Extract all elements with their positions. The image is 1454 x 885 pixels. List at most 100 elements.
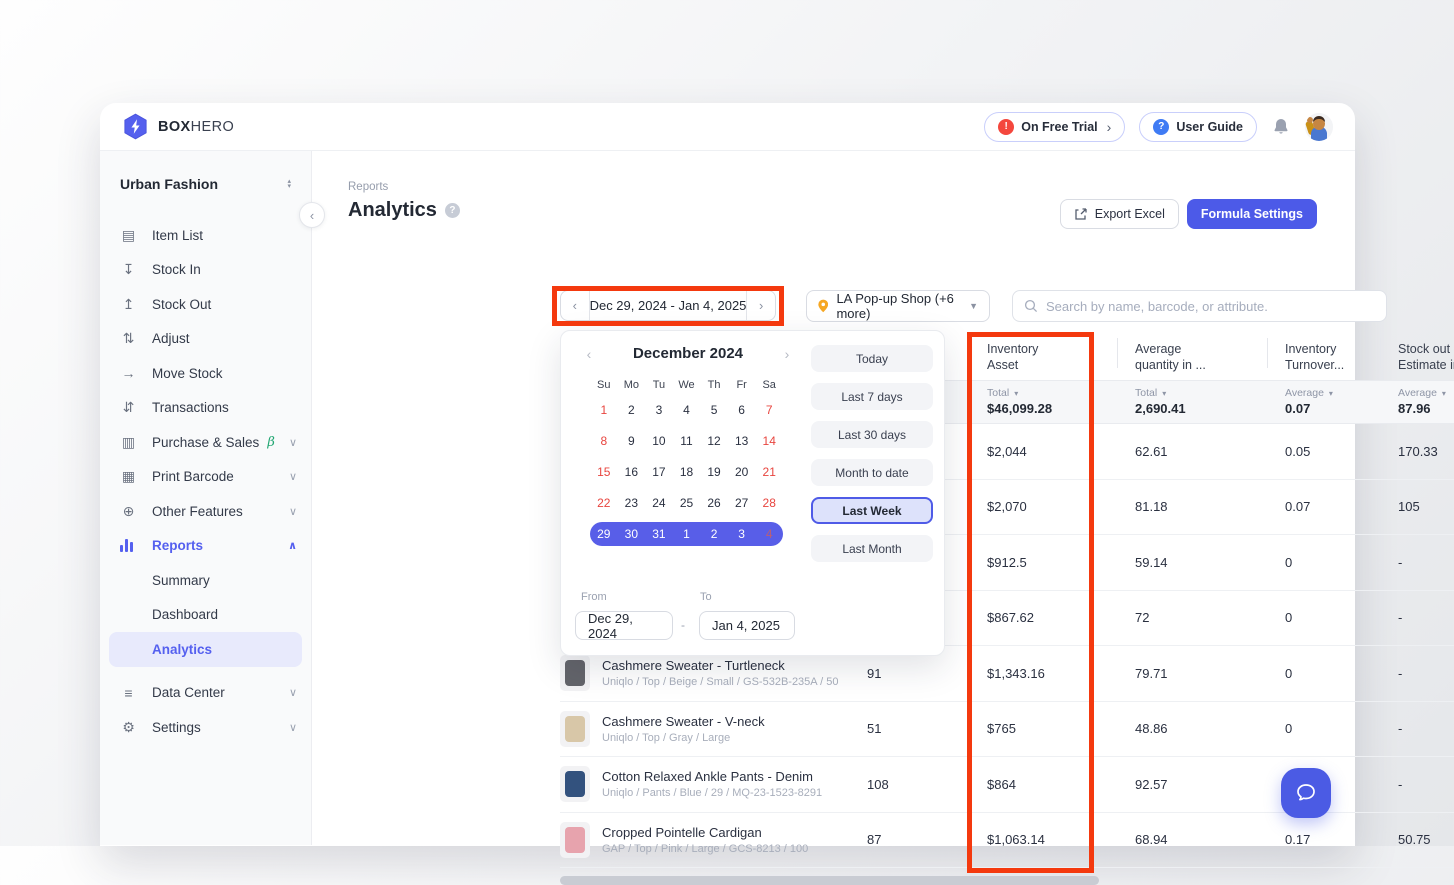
date-next-button[interactable]: › [747, 291, 775, 320]
user-avatar[interactable] [1305, 113, 1333, 141]
calendar-day[interactable]: 29 [590, 527, 618, 541]
chat-support-button[interactable] [1281, 768, 1331, 818]
sidebar-item-settings[interactable]: ⚙Settings∨ [100, 710, 311, 745]
quick-range-today[interactable]: Today [811, 345, 933, 372]
date-picker-popup: ‹ December 2024 › SuMoTuWeThFrSa 1234567… [560, 330, 945, 656]
aggregation-name: Total [1135, 387, 1157, 399]
calendar-day[interactable]: 28 [755, 496, 783, 510]
calendar-day[interactable]: 1 [673, 527, 701, 541]
main-content: Reports Analytics ? Export Excel Formula… [312, 151, 1355, 845]
gear-icon: ⚙ [120, 719, 137, 736]
calendar-day[interactable]: 27 [728, 496, 756, 510]
calendar-day[interactable]: 2 [618, 403, 646, 417]
inventory-turnover-cell: 0.17 [1267, 832, 1380, 847]
from-date-input[interactable]: Dec 29, 2024 [575, 611, 673, 640]
sidebar-item-move-stock[interactable]: →Move Stock [100, 356, 311, 391]
calendar-day[interactable]: 18 [673, 465, 701, 479]
calendar-day[interactable]: 13 [728, 434, 756, 448]
quick-range-last-month[interactable]: Last Month [811, 535, 933, 562]
sidebar-collapse-button[interactable]: ‹ [299, 202, 325, 228]
date-range-value[interactable]: Dec 29, 2024 - Jan 4, 2025 [590, 291, 747, 320]
search-input[interactable] [1046, 299, 1375, 314]
summary-aggregation-label[interactable]: Total▾ [987, 387, 1107, 399]
summary-aggregation-label[interactable]: Total▾ [1135, 387, 1257, 399]
sidebar-item-summary[interactable]: Summary [100, 563, 311, 598]
sidebar-item-transactions[interactable]: ⇵Transactions [100, 391, 311, 426]
sidebar-item-label: Move Stock [152, 366, 223, 381]
date-prev-button[interactable]: ‹ [561, 291, 589, 320]
sidebar-item-stock-out[interactable]: ↥Stock Out [100, 287, 311, 322]
calendar-prev-month-button[interactable]: ‹ [577, 346, 601, 362]
calendar-day[interactable]: 22 [590, 496, 618, 510]
calendar-day[interactable]: 19 [700, 465, 728, 479]
calendar-next-month-button[interactable]: › [775, 346, 799, 362]
sidebar-item-item-list[interactable]: ▤Item List [100, 218, 311, 253]
quick-range-last-7-days[interactable]: Last 7 days [811, 383, 933, 410]
adjust-icon: ⇅ [120, 330, 137, 347]
calendar-day[interactable]: 2 [700, 527, 728, 541]
workspace-switcher[interactable]: Urban Fashion ▴▾ [100, 175, 311, 193]
calendar-day[interactable]: 4 [673, 403, 701, 417]
to-date-input[interactable]: Jan 4, 2025 [699, 611, 795, 640]
calendar-day[interactable]: 7 [755, 403, 783, 417]
calendar-day[interactable]: 23 [618, 496, 646, 510]
quick-range-month-to-date[interactable]: Month to date [811, 459, 933, 486]
calendar-day[interactable]: 4 [755, 527, 783, 541]
calendar-day[interactable]: 17 [645, 465, 673, 479]
calendar-day[interactable]: 24 [645, 496, 673, 510]
sidebar-item-purchase-sales[interactable]: ▥Purchase & Salesβ∨ [100, 425, 311, 460]
calendar-day[interactable]: 3 [728, 527, 756, 541]
calendar-day[interactable]: 5 [700, 403, 728, 417]
sidebar-item-analytics[interactable]: Analytics [109, 632, 302, 667]
summary-value: 2,690.41 [1135, 401, 1257, 416]
calendar-day[interactable]: 10 [645, 434, 673, 448]
boxhero-logo[interactable]: BOXHERO [122, 113, 234, 140]
calendar-day[interactable]: 8 [590, 434, 618, 448]
calendar-day[interactable]: 1 [590, 403, 618, 417]
calendar-day[interactable]: 14 [755, 434, 783, 448]
horizontal-scrollbar[interactable] [560, 876, 1099, 885]
item-text: Cashmere Sweater - V-neckUniqlo / Top / … [602, 714, 765, 744]
summary-aggregation-label[interactable]: Average▾ [1398, 387, 1454, 399]
calendar-day[interactable]: 16 [618, 465, 646, 479]
column-header-inventory-turnover[interactable]: InventoryTurnover... [1267, 333, 1380, 380]
calendar-day[interactable]: 12 [700, 434, 728, 448]
calendar-day[interactable]: 21 [755, 465, 783, 479]
help-icon[interactable]: ? [445, 203, 460, 218]
calendar-day[interactable]: 20 [728, 465, 756, 479]
table-row[interactable]: Cashmere Sweater - V-neckUniqlo / Top / … [560, 702, 1454, 758]
item-text: Cotton Relaxed Ankle Pants - DenimUniqlo… [602, 769, 822, 799]
sidebar-item-dashboard[interactable]: Dashboard [100, 598, 311, 633]
calendar-day[interactable]: 30 [618, 527, 646, 541]
sidebar-item-reports[interactable]: Reports∧ [100, 529, 311, 564]
table-row[interactable]: Cropped Pointelle CardiganGAP / Top / Pi… [560, 813, 1454, 869]
export-excel-button[interactable]: Export Excel [1060, 199, 1179, 229]
formula-settings-button[interactable]: Formula Settings [1187, 199, 1317, 229]
sidebar-item-stock-in[interactable]: ↧Stock In [100, 253, 311, 288]
quick-range-last-30-days[interactable]: Last 30 days [811, 421, 933, 448]
calendar-day[interactable]: 3 [645, 403, 673, 417]
summary-aggregation-label[interactable]: Average▾ [1285, 387, 1370, 399]
column-header-stock-out-estimate-in[interactable]: Stock outEstimate in... [1380, 333, 1454, 380]
calendar-day[interactable]: 25 [673, 496, 701, 510]
notification-bell-icon[interactable] [1271, 117, 1291, 137]
sidebar-item-other-features[interactable]: ⊕Other Features∨ [100, 494, 311, 529]
quick-range-last-week[interactable]: Last Week [811, 497, 933, 524]
calendar-day[interactable]: 11 [673, 434, 701, 448]
free-trial-button[interactable]: ! On Free Trial › [984, 112, 1125, 142]
sidebar-item-data-center[interactable]: ≡Data Center∨ [100, 676, 311, 711]
calendar-day[interactable]: 6 [728, 403, 756, 417]
header-line: Estimate in... [1398, 357, 1454, 373]
calendar-day[interactable]: 31 [645, 527, 673, 541]
location-filter-dropdown[interactable]: LA Pop-up Shop (+6 more) ▼ [806, 290, 990, 322]
sidebar-item-adjust[interactable]: ⇅Adjust [100, 322, 311, 357]
column-header-average-quantity-in[interactable]: Averagequantity in ... [1117, 333, 1267, 380]
column-header-inventory-asset[interactable]: InventoryAsset [969, 333, 1117, 380]
sidebar-item-label: Other Features [152, 504, 243, 519]
chevron-right-icon: › [1107, 119, 1112, 135]
sidebar-item-print-barcode[interactable]: ▦Print Barcode∨ [100, 460, 311, 495]
user-guide-button[interactable]: ? User Guide [1139, 112, 1257, 142]
calendar-day[interactable]: 15 [590, 465, 618, 479]
calendar-day[interactable]: 9 [618, 434, 646, 448]
calendar-day[interactable]: 26 [700, 496, 728, 510]
